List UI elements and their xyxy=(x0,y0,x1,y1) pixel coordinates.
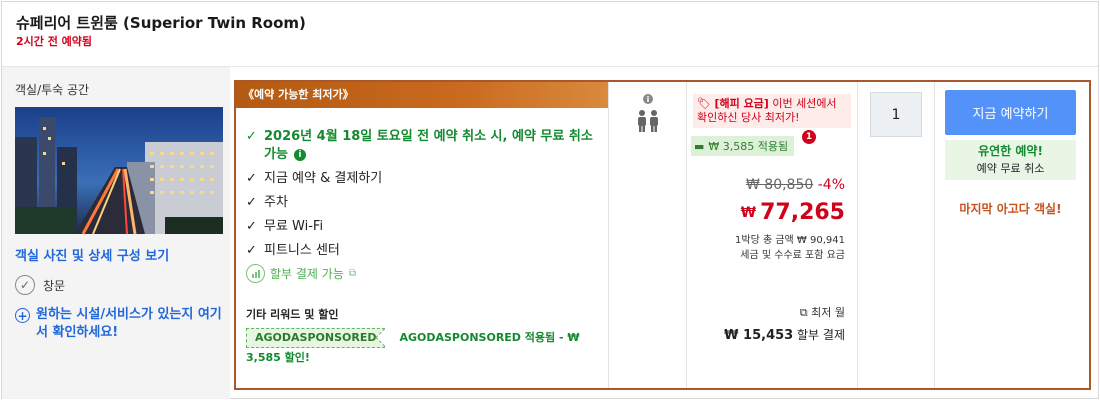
room-info-panel: 객실/투숙 공간 객실 사진 및 상세 구성 보기 ✓ 창문 + 원하는 시설/… xyxy=(2,67,230,399)
other-rewards-title: 기타 리워드 및 할인 xyxy=(246,308,339,321)
flexible-subtitle: 예약 무료 취소 xyxy=(976,162,1045,175)
external-link-icon: ⧉ xyxy=(348,268,357,279)
check-icon: ✓ xyxy=(246,129,257,144)
quantity-column: 1 xyxy=(858,82,934,388)
room-photos-link[interactable]: 객실 사진 및 상세 구성 보기 xyxy=(15,245,169,264)
monthly-installment-label[interactable]: ⧉ 최저 월 xyxy=(800,304,845,320)
check-icon: ✓ xyxy=(246,171,257,186)
installment-icon xyxy=(246,264,265,283)
offer-box: 《예약 가능한 최저가》 ✓ 2026년 4월 18일 토요일 전 예약 취소 … xyxy=(234,80,1091,390)
benefits-column: 《예약 가능한 최저가》 ✓ 2026년 4월 18일 토요일 전 예약 취소 … xyxy=(236,82,608,388)
check-icon: ✓ xyxy=(246,195,257,210)
occupancy-info-icon[interactable]: i xyxy=(643,94,653,104)
amenity-label: 창문 xyxy=(43,278,66,293)
promo-code-tag: AGODASPONSORED xyxy=(246,328,386,348)
coupon-icon: ▬ xyxy=(694,139,705,153)
check-icon: ✓ xyxy=(246,243,257,258)
currency-symbol: ₩ xyxy=(740,205,757,221)
info-icon[interactable]: i xyxy=(293,149,306,161)
price-column: 🏷 [해피 요금] 이번 세션에서 확인하신 당사 최저가! ▬ ₩ 3,585… xyxy=(687,82,857,388)
benefit-fitness: ✓ 피트니스 센터 xyxy=(246,243,340,258)
happy-rate-notice: 🏷 [해피 요금] 이번 세션에서 확인하신 당사 최저가! xyxy=(693,94,851,128)
benefit-list: ✓ 2026년 4월 18일 토요일 전 예약 취소 시, 예약 무료 취소 가… xyxy=(246,128,601,266)
monthly-installment-amount: ₩ 15,453 할부 결제 xyxy=(724,328,845,343)
benefit-free-cancel: ✓ 2026년 4월 18일 토요일 전 예약 취소 시, 예약 무료 취소 가… xyxy=(246,129,593,162)
space-label: 객실/투숙 공간 xyxy=(15,83,90,97)
room-title: 슈페리어 트윈룸 (Superior Twin Room) xyxy=(16,14,306,32)
benefit-pay-now: ✓ 지금 예약 & 결제하기 xyxy=(246,171,383,186)
benefit-wifi: ✓ 무료 Wi-Fi xyxy=(246,219,324,234)
last-room-alert: 마지막 아고다 객실! xyxy=(959,202,1062,216)
happy-rate-label: [해피 요금] xyxy=(714,97,769,110)
room-card: 슈페리어 트윈룸 (Superior Twin Room) 2시간 전 예약됨 … xyxy=(1,1,1099,399)
room-header: 슈페리어 트윈룸 (Superior Twin Room) 2시간 전 예약됨 xyxy=(2,2,1098,67)
best-price-ribbon: 《예약 가능한 최저가》 xyxy=(236,82,608,108)
room-quantity-select[interactable]: 1 xyxy=(870,92,922,137)
recent-booking-note: 2시간 전 예약됨 xyxy=(16,35,93,48)
book-now-button[interactable]: 지금 예약하기 xyxy=(945,90,1076,135)
promo-row: AGODASPONSORED AGODASPONSORED 적용됨 - ₩ 3,5… xyxy=(246,328,601,368)
coupon-text: ₩ 3,585 적용됨 xyxy=(708,140,789,153)
check-circle-icon: ✓ xyxy=(15,275,35,295)
installment-option[interactable]: 할부 결제 가능 ⧉ xyxy=(246,264,356,283)
two-guests-icon xyxy=(638,110,658,132)
final-price-value: 77,265 xyxy=(760,200,845,225)
room-photo[interactable] xyxy=(15,107,223,234)
benefit-parking: ✓ 주차 xyxy=(246,195,288,210)
external-link-icon: ⧉ xyxy=(799,306,808,319)
coupon-count-badge: 1 xyxy=(802,130,816,144)
plus-circle-icon: + xyxy=(15,308,30,323)
booking-column: 지금 예약하기 유연한 예약! 예약 무료 취소 마지막 아고다 객실! xyxy=(935,82,1089,388)
flexible-title: 유연한 예약! xyxy=(978,144,1043,158)
original-price: ₩ 80,850 -4% xyxy=(746,177,845,193)
occupancy-column: i xyxy=(609,82,687,388)
final-price: ₩77,265 xyxy=(741,200,845,225)
discount-percent: -4% xyxy=(817,177,845,193)
tag-icon: 🏷 xyxy=(697,97,711,110)
strikethrough-price: ₩ 80,850 xyxy=(746,177,814,193)
flexible-booking-box: 유연한 예약! 예약 무료 취소 xyxy=(945,140,1076,180)
installment-label: 할부 결제 가능 xyxy=(270,267,344,281)
facility-check-link[interactable]: + 원하는 시설/서비스가 있는지 여기서 확인하세요! xyxy=(15,306,227,342)
per-night-total: 1박당 총 금액 ₩ 90,941 세금 및 수수료 포함 요금 xyxy=(735,235,845,261)
coupon-applied-badge[interactable]: ▬ ₩ 3,585 적용됨 xyxy=(691,136,795,156)
amenity-window: ✓ 창문 xyxy=(15,275,65,295)
facility-link-text[interactable]: 원하는 시설/서비스가 있는지 여기서 확인하세요! xyxy=(36,306,227,342)
check-icon: ✓ xyxy=(246,219,257,234)
